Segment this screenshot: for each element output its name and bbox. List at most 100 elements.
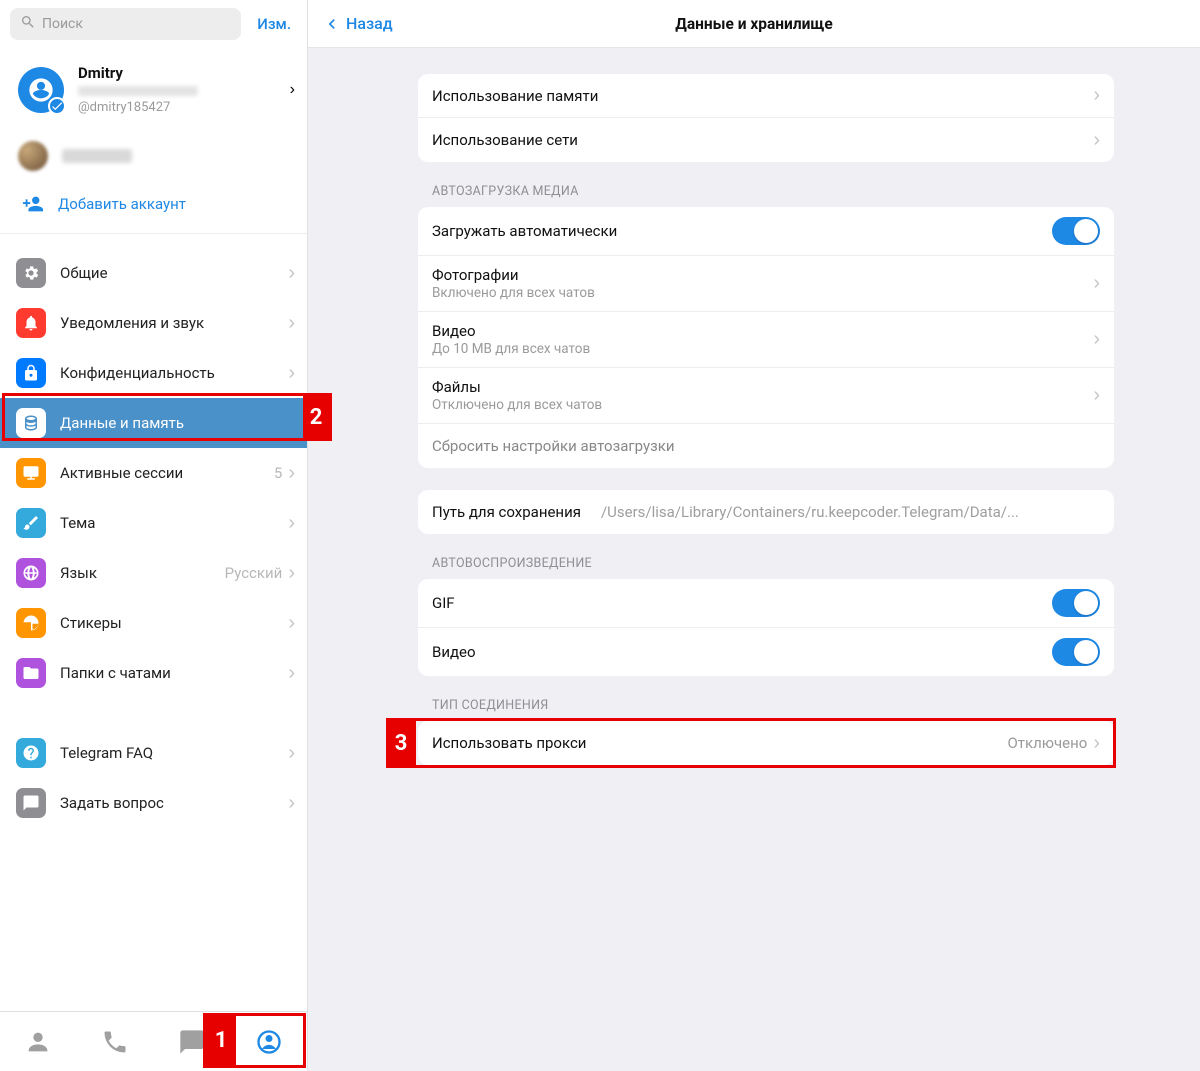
row-label: Использование сети	[432, 131, 1087, 149]
sticker-icon	[16, 608, 46, 638]
sidebar-item-label: Уведомления и звук	[60, 314, 288, 332]
chevron-right-icon: ›	[290, 81, 295, 99]
chevron-right-icon: ›	[288, 262, 295, 285]
lock-icon	[16, 358, 46, 388]
add-account-label: Добавить аккаунт	[58, 195, 186, 213]
sidebar-item-label: Тема	[60, 514, 288, 532]
row-label: Сбросить настройки автозагрузки	[432, 437, 1100, 455]
sidebar-item-privacy[interactable]: Конфиденциальность ›	[0, 348, 307, 398]
chevron-right-icon: ›	[1093, 384, 1100, 407]
savepath-card: Путь для сохранения /Users/lisa/Library/…	[418, 490, 1114, 534]
chevron-right-icon: ›	[288, 312, 295, 335]
tab-chats[interactable]	[154, 1012, 231, 1071]
verified-badge-icon	[48, 97, 66, 115]
autoplay-card: GIF Видео	[418, 579, 1114, 676]
row-gif-toggle[interactable]: GIF	[418, 579, 1114, 628]
sidebar-item-notifications[interactable]: Уведомления и звук ›	[0, 298, 307, 348]
secondary-account-row[interactable]	[0, 131, 307, 181]
chevron-right-icon: ›	[1093, 84, 1100, 107]
row-label: Видео	[432, 322, 1087, 340]
bell-icon	[16, 308, 46, 338]
secondary-account-name-blurred	[62, 149, 132, 163]
row-label: GIF	[432, 594, 1052, 612]
profile-name: Dmitry	[78, 64, 290, 82]
row-label: Файлы	[432, 378, 1087, 396]
section-header-autoplay: АВТОВОСПРОИЗВЕДЕНИЕ	[418, 534, 1114, 579]
chat-icon	[16, 788, 46, 818]
sidebar-item-language[interactable]: Язык Русский ›	[0, 548, 307, 598]
search-icon	[20, 14, 36, 34]
connection-card: Использовать прокси Отключено ›	[418, 721, 1114, 765]
section-header-autodownload: АВТОЗАГРУЗКА МЕДИА	[418, 162, 1114, 207]
brush-icon	[16, 508, 46, 538]
sidebar-item-ask[interactable]: Задать вопрос ›	[0, 778, 307, 828]
chevron-right-icon: ›	[288, 792, 295, 815]
folder-icon	[16, 658, 46, 688]
chevron-right-icon: ›	[288, 662, 295, 685]
row-files[interactable]: Файлы Отключено для всех чатов ›	[418, 368, 1114, 424]
row-label: Фотографии	[432, 266, 1087, 284]
sidebar-item-label: Конфиденциальность	[60, 364, 288, 382]
page-title: Данные и хранилище	[308, 15, 1200, 33]
main-content: Использование памяти › Использование сет…	[308, 48, 1200, 1071]
chevron-right-icon: ›	[288, 742, 295, 765]
search-input[interactable]: Поиск	[10, 8, 241, 40]
chevron-right-icon: ›	[288, 562, 295, 585]
row-autodownload-toggle[interactable]: Загружать автоматически	[418, 207, 1114, 256]
profile-text: Dmitry @dmitry185427	[78, 64, 290, 115]
sidebar-item-stickers[interactable]: Стикеры ›	[0, 598, 307, 648]
row-reset-autodownload[interactable]: Сбросить настройки автозагрузки	[418, 424, 1114, 468]
sidebar-item-theme[interactable]: Тема ›	[0, 498, 307, 548]
row-storage-usage[interactable]: Использование памяти ›	[418, 74, 1114, 118]
sidebar-item-general[interactable]: Общие ›	[0, 248, 307, 298]
row-label: Использование памяти	[432, 87, 1087, 105]
sidebar-item-sessions[interactable]: Активные сессии 5 ›	[0, 448, 307, 498]
row-use-proxy[interactable]: Использовать прокси Отключено ›	[418, 721, 1114, 765]
chevron-right-icon: ›	[288, 462, 295, 485]
annotation-number-3: 3	[386, 718, 416, 768]
sidebar-item-chat-folders[interactable]: Папки с чатами ›	[0, 648, 307, 698]
usage-card: Использование памяти › Использование сет…	[418, 74, 1114, 162]
tab-contacts[interactable]	[0, 1012, 77, 1071]
row-save-path[interactable]: Путь для сохранения /Users/lisa/Library/…	[418, 490, 1114, 534]
search-placeholder: Поиск	[42, 16, 83, 32]
secondary-account-avatar	[18, 141, 48, 171]
sidebar-item-label: Стикеры	[60, 614, 288, 632]
row-sublabel: До 10 MB для всех чатов	[432, 341, 1087, 357]
edit-button[interactable]: Изм.	[251, 11, 297, 37]
row-value: /Users/lisa/Library/Containers/ru.keepco…	[601, 503, 1019, 521]
sidebar: Поиск Изм. Dmitry @dmitry185427 ›	[0, 0, 308, 1071]
profile-row[interactable]: Dmitry @dmitry185427 ›	[0, 48, 307, 131]
chevron-right-icon: ›	[288, 362, 295, 385]
row-photos[interactable]: Фотографии Включено для всех чатов ›	[418, 256, 1114, 312]
sidebar-item-faq[interactable]: Telegram FAQ ›	[0, 728, 307, 778]
toggle-autodownload[interactable]	[1052, 217, 1100, 245]
profile-handle: @dmitry185427	[78, 100, 290, 115]
toggle-video[interactable]	[1052, 638, 1100, 666]
back-button[interactable]: Назад	[308, 14, 393, 34]
sidebar-item-label: Telegram FAQ	[60, 744, 288, 762]
section-header-connection: ТИП СОЕДИНЕНИЯ	[418, 676, 1114, 721]
tab-calls[interactable]	[77, 1012, 154, 1071]
row-network-usage[interactable]: Использование сети ›	[418, 118, 1114, 162]
gear-icon	[16, 258, 46, 288]
profile-phone-blurred	[78, 86, 198, 96]
search-row: Поиск Изм.	[0, 0, 307, 48]
row-videos[interactable]: Видео До 10 MB для всех чатов ›	[418, 312, 1114, 368]
add-account-icon	[22, 193, 44, 215]
sidebar-item-label: Данные и память	[60, 414, 295, 432]
globe-icon	[16, 558, 46, 588]
toggle-gif[interactable]	[1052, 589, 1100, 617]
row-label: Путь для сохранения	[432, 503, 581, 521]
sidebar-item-label: Папки с чатами	[60, 664, 288, 682]
sidebar-item-data-storage[interactable]: Данные и память	[0, 398, 307, 448]
sidebar-item-label: Активные сессии	[60, 464, 274, 482]
autodownload-card: Загружать автоматически Фотографии Включ…	[418, 207, 1114, 468]
add-account-row[interactable]: Добавить аккаунт	[0, 181, 307, 234]
tab-settings[interactable]	[230, 1012, 307, 1071]
row-label: Загружать автоматически	[432, 222, 1052, 240]
row-sublabel: Отключено для всех чатов	[432, 397, 1087, 413]
row-video-toggle[interactable]: Видео	[418, 628, 1114, 676]
back-label: Назад	[346, 14, 393, 33]
row-sublabel: Включено для всех чатов	[432, 285, 1087, 301]
